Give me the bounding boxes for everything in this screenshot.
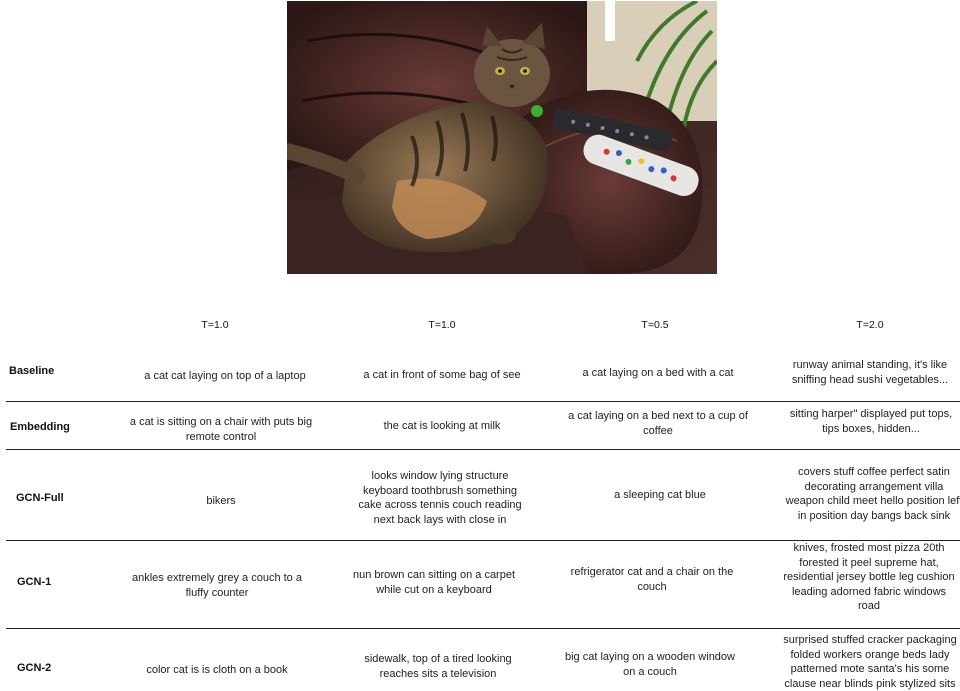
- row-label-embedding: Embedding: [10, 421, 70, 433]
- column-header-3: T=0.5: [641, 319, 669, 331]
- table-cell: sitting harper" displayed put tops, tips…: [789, 408, 953, 435]
- row-label-gcn-2: GCN-2: [17, 662, 52, 674]
- table-cell: bikers: [206, 495, 236, 507]
- row-label-gcn-full: GCN-Full: [16, 492, 64, 504]
- column-header-1: T=1.0: [201, 319, 229, 331]
- table-cell: sidewalk, top of a tired looking reaches…: [364, 653, 512, 680]
- cat-photo: [287, 1, 717, 274]
- table-cell: a cat laying on a bed with a cat: [582, 367, 734, 379]
- table-cell: nun brown can sitting on a carpet while …: [352, 569, 516, 596]
- table-cell: knives, frosted most pizza 20th forested…: [783, 542, 955, 612]
- row-divider: [6, 628, 960, 629]
- row-label-baseline: Baseline: [9, 365, 55, 377]
- table-cell: surprised stuffed cracker packaging fold…: [783, 634, 957, 690]
- table-cell: a cat cat laying on top of a laptop: [144, 370, 306, 382]
- row-label-gcn-1: GCN-1: [17, 576, 52, 588]
- table-cell: covers stuff coffee perfect satin decora…: [785, 466, 960, 522]
- table-cell: a cat laying on a bed next to a cup of c…: [568, 410, 748, 437]
- table-cell: the cat is looking at milk: [383, 420, 501, 432]
- table-cell: runway animal standing, it's like sniffi…: [791, 359, 949, 386]
- table-cell: refrigerator cat and a chair on the couc…: [570, 566, 734, 593]
- cat-photo-illustration: [287, 1, 717, 274]
- table-cell: color cat is is cloth on a book: [146, 664, 288, 676]
- table-cell: a sleeping cat blue: [614, 489, 706, 501]
- row-divider: [6, 449, 960, 450]
- table-cell: a cat in front of some bag of see: [363, 369, 521, 381]
- table-cell: a cat is sitting on a chair with puts bi…: [129, 416, 313, 443]
- table-cell: ankles extremely grey a couch to a fluff…: [132, 572, 302, 599]
- table-cell: looks window lying structure keyboard to…: [358, 470, 522, 526]
- column-header-4: T=2.0: [856, 319, 884, 331]
- table-cell: big cat laying on a wooden window on a c…: [564, 651, 735, 678]
- column-header-2: T=1.0: [428, 319, 456, 331]
- row-divider: [6, 401, 960, 402]
